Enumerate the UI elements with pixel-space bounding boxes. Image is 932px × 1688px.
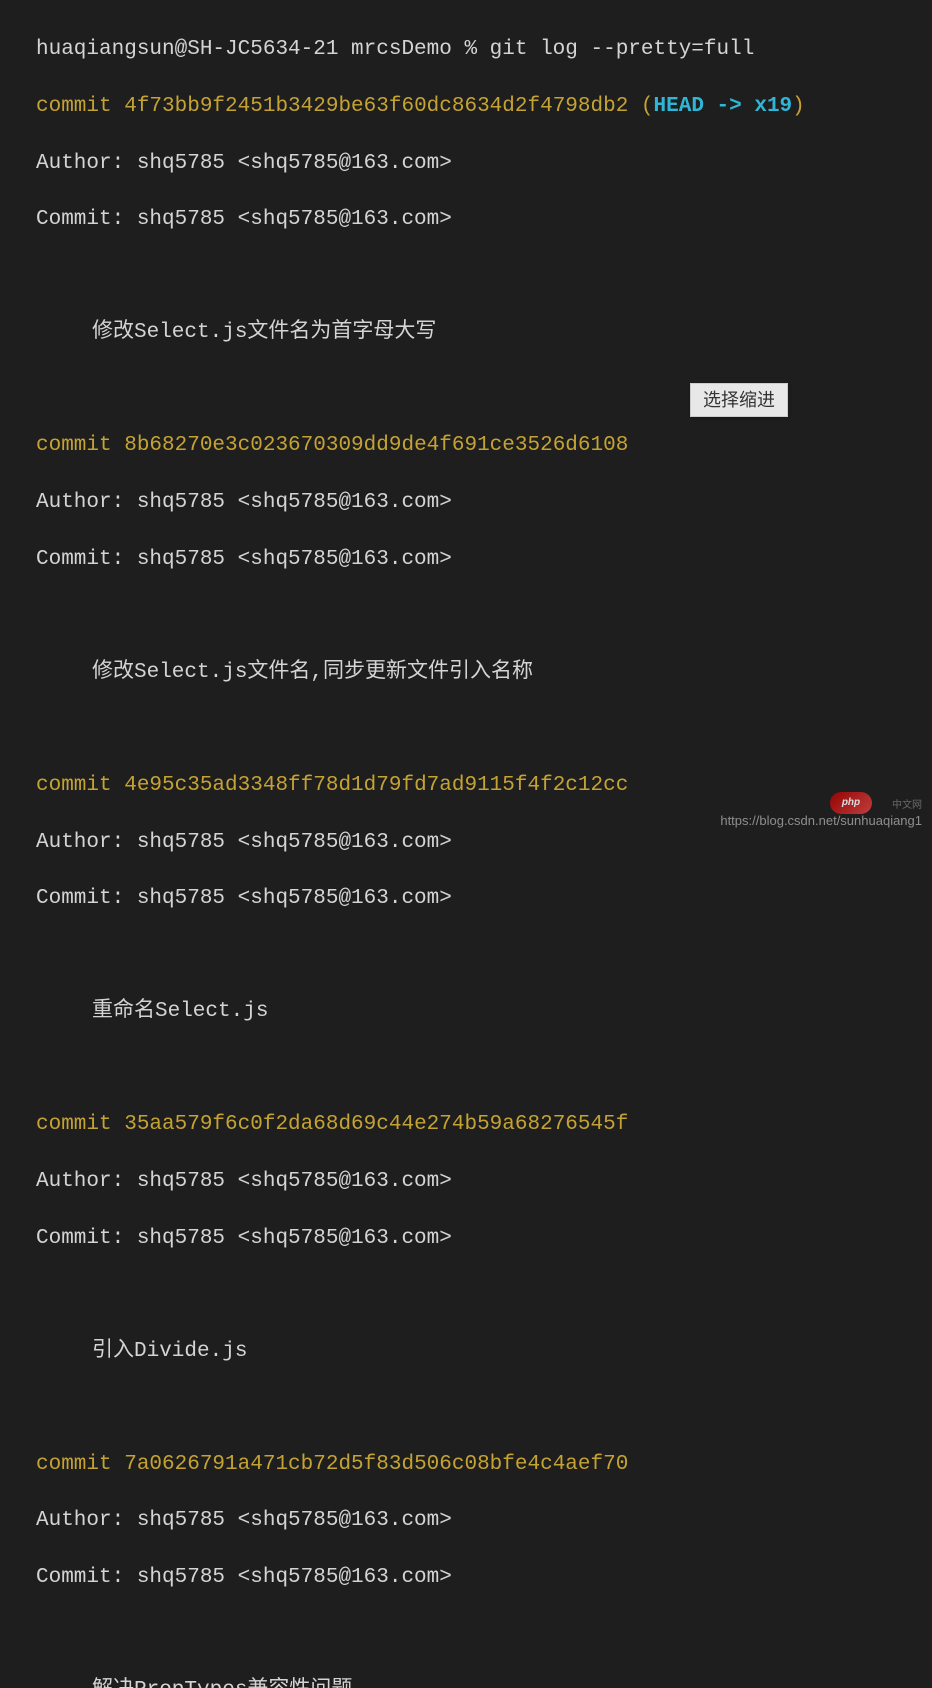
blank-line xyxy=(36,942,932,970)
blank-line xyxy=(36,716,932,744)
blank-line xyxy=(36,1394,932,1422)
commit-hash-line: commit 7a0626791a471cb72d5f83d506c08bfe4… xyxy=(36,1451,932,1479)
commit-hash-line: commit 8b68270e3c023670309dd9de4f691ce35… xyxy=(36,432,932,460)
author-line: Author: shq5785 <shq5785@163.com> xyxy=(36,150,932,178)
terminal-output[interactable]: huaqiangsun@SH-JC5634-21 mrcsDemo % git … xyxy=(36,8,932,1688)
committer-line: Commit: shq5785 <shq5785@163.com> xyxy=(36,206,932,234)
committer-line: Commit: shq5785 <shq5785@163.com> xyxy=(36,546,932,574)
watermark-url: https://blog.csdn.net/sunhuaqiang1 xyxy=(720,812,922,830)
commit-message: 引入Divide.js xyxy=(36,1338,932,1366)
commit-hash-line: commit 35aa579f6c0f2da68d69c44e274b59a68… xyxy=(36,1111,932,1139)
blank-line xyxy=(36,603,932,631)
blank-line xyxy=(36,1281,932,1309)
committer-line: Commit: shq5785 <shq5785@163.com> xyxy=(36,885,932,913)
prompt-line: huaqiangsun@SH-JC5634-21 mrcsDemo % git … xyxy=(36,36,932,64)
committer-line: Commit: shq5785 <shq5785@163.com> xyxy=(36,1225,932,1253)
blank-line xyxy=(36,1055,932,1083)
commit-hash-line: commit 4f73bb9f2451b3429be63f60dc8634d2f… xyxy=(36,93,932,121)
commit-hash-line: commit 4e95c35ad3348ff78d1d79fd7ad9115f4… xyxy=(36,772,932,800)
indent-tooltip[interactable]: 选择缩进 xyxy=(690,383,788,417)
watermark-logo: php xyxy=(830,792,872,814)
commit-message: 解决PropTypes兼容性问题 xyxy=(36,1677,932,1688)
head-ref: HEAD -> x19 xyxy=(654,95,793,118)
blank-line xyxy=(36,1621,932,1649)
commit-message: 修改Select.js文件名,同步更新文件引入名称 xyxy=(36,659,932,687)
watermark-site-text: 中文网 xyxy=(892,799,922,813)
commit-message: 修改Select.js文件名为首字母大写 xyxy=(36,319,932,347)
author-line: Author: shq5785 <shq5785@163.com> xyxy=(36,829,932,857)
blank-line xyxy=(36,376,932,404)
author-line: Author: shq5785 <shq5785@163.com> xyxy=(36,1168,932,1196)
blank-line xyxy=(36,263,932,291)
author-line: Author: shq5785 <shq5785@163.com> xyxy=(36,1507,932,1535)
commit-message: 重命名Select.js xyxy=(36,998,932,1026)
author-line: Author: shq5785 <shq5785@163.com> xyxy=(36,489,932,517)
committer-line: Commit: shq5785 <shq5785@163.com> xyxy=(36,1564,932,1592)
